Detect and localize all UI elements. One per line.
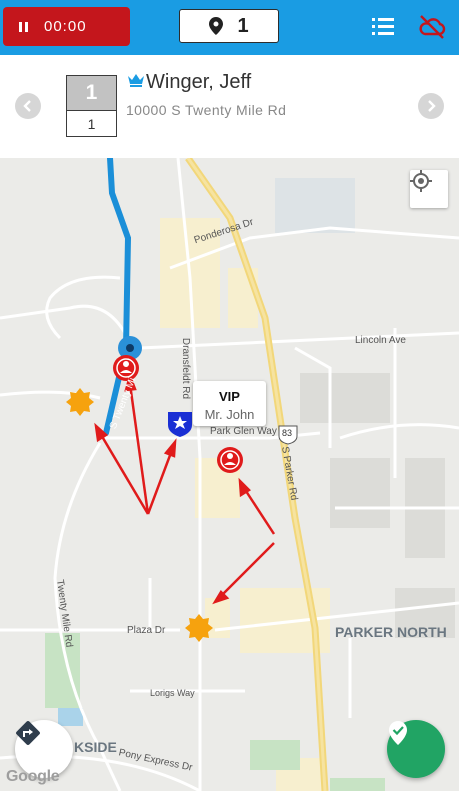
previous-stop-button[interactable] xyxy=(15,93,41,119)
highway-number: 83 xyxy=(282,428,293,438)
street-label-park-glen: Park Glen Way xyxy=(210,426,277,437)
callout-title: VIP xyxy=(219,389,240,404)
directions-icon xyxy=(16,721,40,745)
area-label-parker-north: PARKER NORTH xyxy=(335,624,447,640)
timer-text: 00:00 xyxy=(44,18,87,35)
list-icon[interactable] xyxy=(372,16,394,36)
stop-counter-value: 1 xyxy=(237,14,249,37)
customer-marker-icon[interactable] xyxy=(113,355,139,381)
google-logo: Google xyxy=(6,768,60,785)
chevron-left-icon xyxy=(23,100,31,112)
top-bar: 00:00 1 xyxy=(0,0,459,55)
street-label-lincoln: Lincoln Ave xyxy=(355,335,406,346)
area-label-parkside: KSIDE xyxy=(74,739,117,755)
map-pin-icon xyxy=(209,17,224,35)
vip-customer-marker-icon[interactable] xyxy=(217,447,243,473)
cloud-off-icon[interactable] xyxy=(418,14,446,40)
pause-icon xyxy=(19,21,28,32)
my-location-button[interactable] xyxy=(410,170,448,208)
location-check-icon xyxy=(389,721,407,745)
vip-callout[interactable]: VIP Mr. John xyxy=(193,381,266,426)
street-label-dransfeldt: Dransfeldt Rd xyxy=(180,337,192,400)
stop-number: 1 xyxy=(67,76,116,111)
crown-icon xyxy=(128,74,144,87)
check-in-button[interactable] xyxy=(387,720,445,778)
timer-pause-button[interactable]: 00:00 xyxy=(3,7,130,46)
sun-marker-icon[interactable] xyxy=(66,388,94,416)
street-label-lorigs: Lorigs Way xyxy=(150,688,195,698)
callout-subtitle: Mr. John xyxy=(204,407,255,422)
street-label-plaza: Plaza Dr xyxy=(127,625,166,636)
map-canvas xyxy=(0,158,459,791)
customer-address: 10000 S Twenty Mile Rd xyxy=(126,102,287,118)
map-view[interactable]: Ponderosa Dr Lincoln Ave Dransfeldt Rd S… xyxy=(0,158,459,791)
customer-name: Winger, Jeff xyxy=(146,71,252,93)
stop-number-box: 1 1 xyxy=(66,75,117,137)
stop-header: 1 1 Winger, Jeff 10000 S Twenty Mile Rd xyxy=(0,55,459,158)
chevron-right-icon xyxy=(428,100,436,112)
crosshair-icon xyxy=(410,170,432,192)
next-stop-button[interactable] xyxy=(418,93,444,119)
stop-counter-button[interactable]: 1 xyxy=(179,9,279,43)
stop-sub-number: 1 xyxy=(87,116,96,132)
sun-marker-icon[interactable] xyxy=(185,614,213,642)
